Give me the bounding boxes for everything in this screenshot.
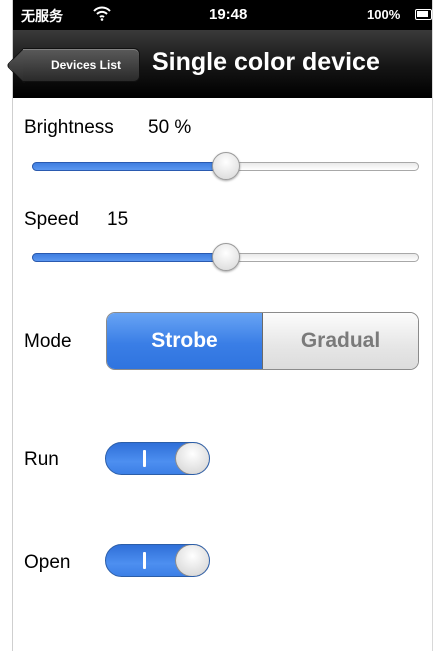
- run-label: Run: [24, 449, 59, 470]
- open-label: Open: [24, 552, 71, 573]
- run-toggle[interactable]: [105, 442, 210, 475]
- battery-percent: 100%: [367, 7, 401, 22]
- wifi-icon: [93, 5, 111, 21]
- speed-slider[interactable]: [32, 243, 419, 271]
- mode-segmented-control: Strobe Gradual: [106, 312, 419, 370]
- toggle-on-mark-icon: [143, 450, 146, 467]
- brightness-slider-thumb[interactable]: [212, 152, 240, 180]
- brightness-slider[interactable]: [32, 152, 419, 180]
- speed-label: Speed: [24, 209, 79, 230]
- mode-option-strobe[interactable]: Strobe: [107, 313, 263, 369]
- brightness-slider-fill: [32, 162, 226, 171]
- page-title: Single color device: [152, 48, 380, 76]
- brightness-label: Brightness: [24, 117, 114, 138]
- open-toggle-knob: [175, 545, 209, 576]
- mode-option-gradual[interactable]: Gradual: [263, 313, 418, 369]
- frame-right-border: [432, 0, 433, 651]
- speed-value: 15: [107, 209, 129, 230]
- toggle-on-mark-icon: [143, 552, 146, 569]
- carrier-label: 无服务: [21, 8, 63, 24]
- speed-slider-fill: [32, 253, 226, 262]
- back-button-label: Devices List: [50, 58, 122, 72]
- open-toggle[interactable]: [105, 544, 210, 577]
- brightness-value: 50 %: [148, 117, 192, 138]
- back-button-area: Devices List: [13, 30, 153, 98]
- speed-slider-thumb[interactable]: [212, 243, 240, 271]
- navigation-bar: Devices List Single color device: [13, 30, 432, 98]
- mode-label: Mode: [24, 331, 72, 352]
- battery-icon: [415, 9, 432, 20]
- devices-list-back-button[interactable]: Devices List: [23, 48, 140, 82]
- clock: 19:48: [209, 6, 248, 23]
- run-toggle-knob: [175, 443, 209, 474]
- status-bar: 无服务 19:48 100%: [13, 0, 432, 30]
